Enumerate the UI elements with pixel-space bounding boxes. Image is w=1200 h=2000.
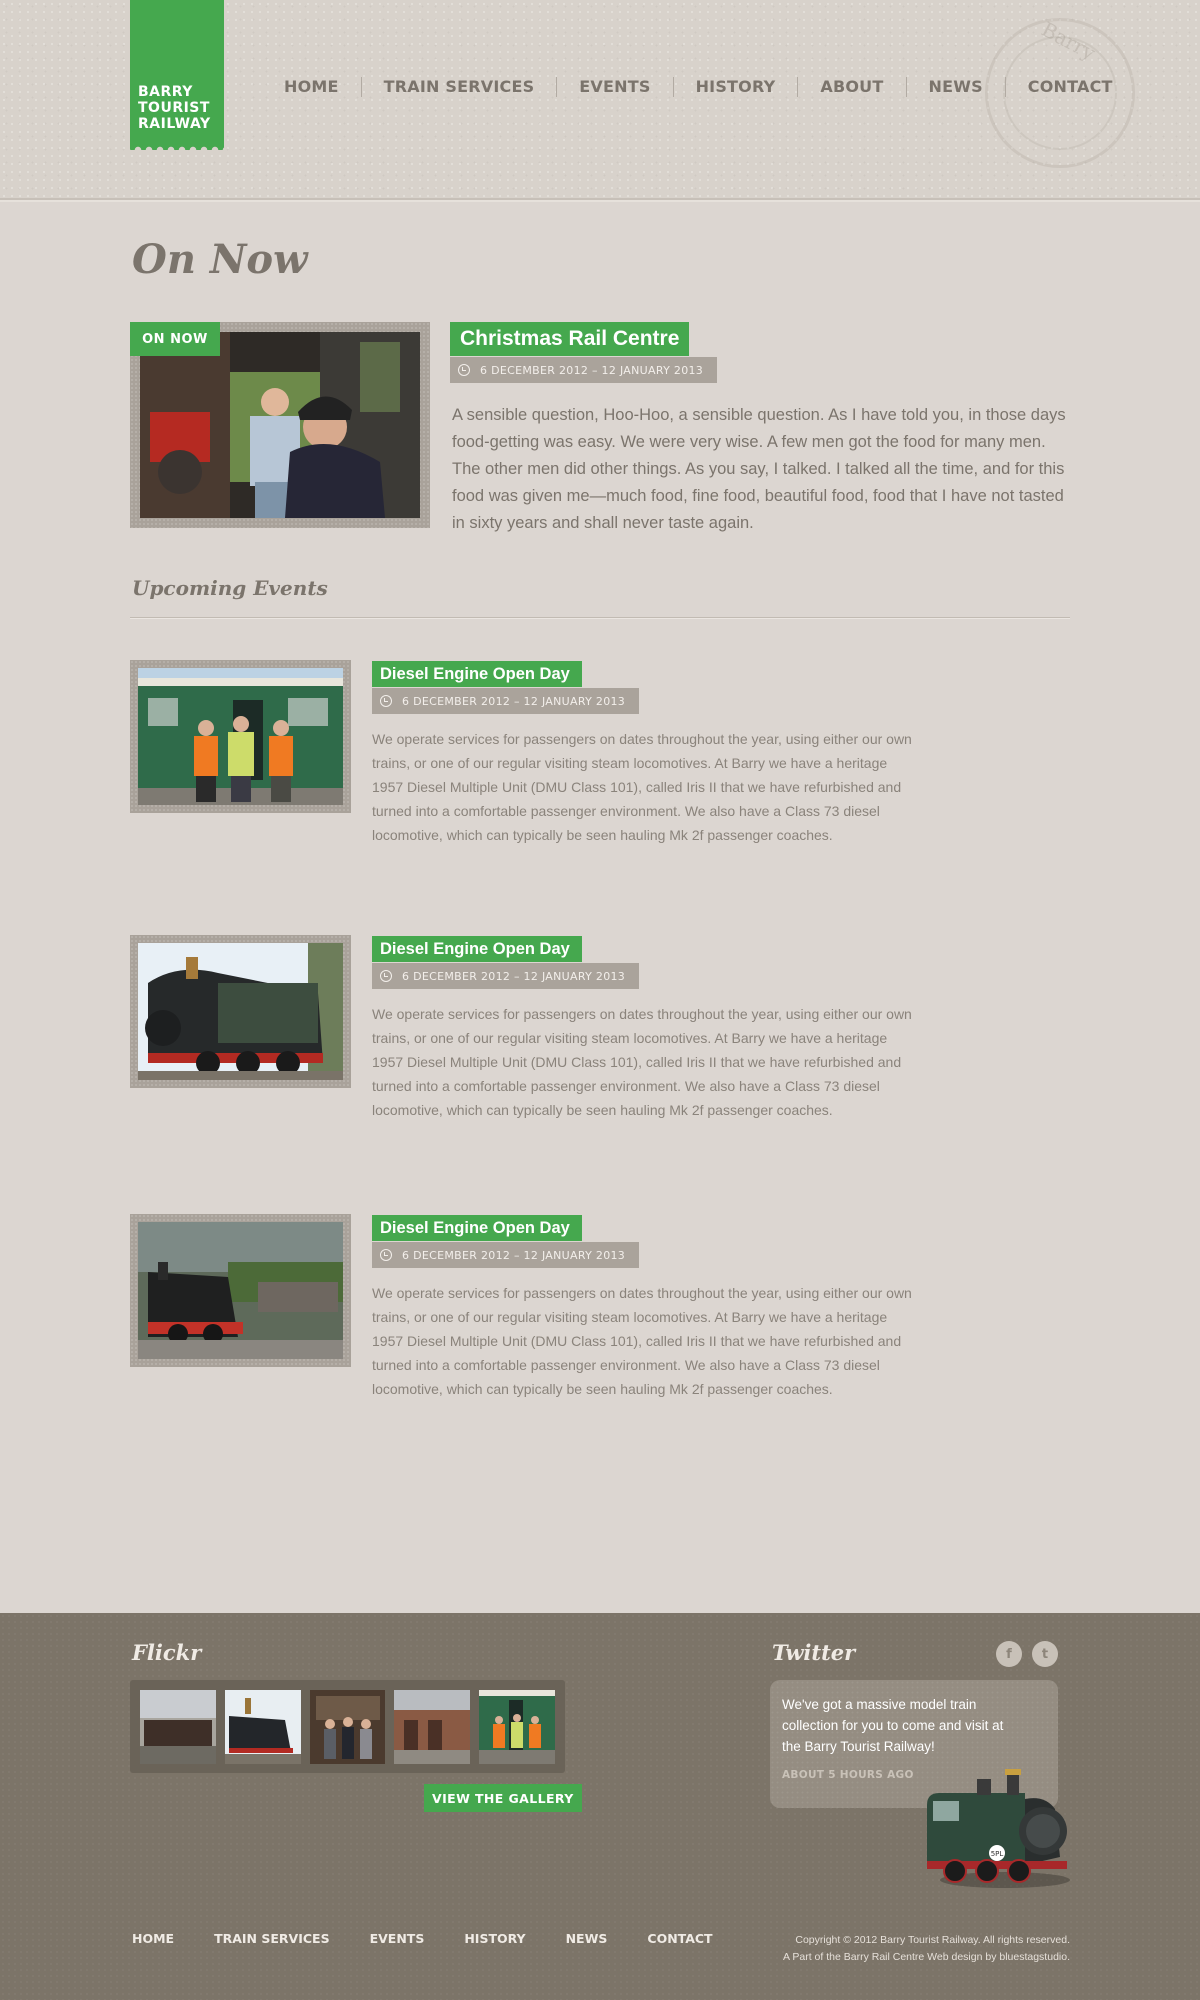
event-2-date-text: 6 DECEMBER 2012 – 12 JANUARY 2013 bbox=[402, 969, 626, 983]
logo-text: BARRY TOURIST RAILWAY bbox=[138, 84, 222, 132]
nav-home[interactable]: HOME bbox=[262, 77, 361, 97]
clock-icon bbox=[380, 695, 392, 707]
event-3-date-text: 6 DECEMBER 2012 – 12 JANUARY 2013 bbox=[402, 1248, 626, 1262]
flickr-thumbnails bbox=[130, 1680, 565, 1773]
copyright-line-2: A Part of the Barry Rail Centre Web desi… bbox=[783, 1951, 1070, 1963]
featured-event-date: 6 DECEMBER 2012 – 12 JANUARY 2013 bbox=[450, 357, 718, 383]
event-3-photo-frame[interactable] bbox=[130, 1214, 351, 1367]
clock-icon bbox=[380, 1249, 392, 1261]
nav-contact[interactable]: CONTACT bbox=[1004, 77, 1135, 97]
flickr-thumb-2[interactable] bbox=[224, 1690, 301, 1764]
svg-text:5PL: 5PL bbox=[991, 1850, 1004, 1858]
main-nav: HOME TRAIN SERVICES EVENTS HISTORY ABOUT… bbox=[262, 76, 1135, 98]
site-logo[interactable]: BARRY TOURIST RAILWAY bbox=[130, 0, 224, 154]
event-2-photo-frame[interactable] bbox=[130, 935, 351, 1088]
flickr-thumb-1[interactable] bbox=[140, 1690, 216, 1764]
event-3-title[interactable]: Diesel Engine Open Day bbox=[372, 1215, 582, 1241]
flickr-thumb-5[interactable] bbox=[479, 1690, 555, 1764]
logo-line-1: BARRY bbox=[138, 84, 193, 100]
logo-line-2: TOURIST bbox=[138, 100, 210, 116]
copyright-line-1: Copyright © 2012 Barry Tourist Railway. … bbox=[795, 1934, 1070, 1946]
footer-nav-news[interactable]: NEWS bbox=[566, 1931, 608, 1946]
clock-icon bbox=[380, 970, 392, 982]
event-2-title[interactable]: Diesel Engine Open Day bbox=[372, 936, 582, 962]
logo-line-3: RAILWAY bbox=[138, 116, 211, 132]
twitter-heading: Twitter bbox=[772, 1640, 856, 1665]
twitter-icon[interactable]: t bbox=[1032, 1641, 1058, 1667]
copyright: Copyright © 2012 Barry Tourist Railway. … bbox=[783, 1932, 1070, 1966]
clock-icon bbox=[458, 364, 470, 376]
event-3-description: We operate services for passengers on da… bbox=[372, 1285, 912, 1397]
logo-ticket-edge bbox=[130, 146, 224, 154]
footer-nav-home[interactable]: HOME bbox=[132, 1931, 174, 1946]
flickr-thumb-3[interactable] bbox=[309, 1690, 386, 1764]
footer-nav-events[interactable]: EVENTS bbox=[370, 1931, 425, 1946]
nav-news[interactable]: NEWS bbox=[905, 77, 1005, 97]
event-1-date: 6 DECEMBER 2012 – 12 JANUARY 2013 bbox=[372, 688, 640, 714]
locomotive-icon: 5PL bbox=[927, 1769, 1070, 1888]
upcoming-events-heading: Upcoming Events bbox=[132, 576, 328, 600]
event-2-description: We operate services for passengers on da… bbox=[372, 1006, 912, 1118]
view-gallery-button[interactable]: VIEW THE GALLERY bbox=[424, 1784, 582, 1812]
tweet-text: We've got a massive model train collecti… bbox=[782, 1697, 1004, 1754]
site-header: BARRY TOURIST RAILWAY Barry HOME TRAIN S… bbox=[0, 0, 1200, 200]
nav-events[interactable]: EVENTS bbox=[556, 77, 672, 97]
featured-event-title[interactable]: Christmas Rail Centre bbox=[450, 322, 690, 356]
tweet-timestamp[interactable]: ABOUT 5 HOURS AGO bbox=[782, 1769, 914, 1781]
event-2-photo bbox=[138, 943, 343, 1080]
facebook-icon[interactable]: f bbox=[996, 1641, 1022, 1667]
on-now-badge: ON NOW bbox=[130, 322, 220, 356]
footer-nav: HOME TRAIN SERVICES EVENTS HISTORY NEWS … bbox=[132, 1931, 753, 1946]
footer-nav-contact[interactable]: CONTACT bbox=[647, 1931, 712, 1946]
event-3-photo bbox=[138, 1222, 343, 1359]
section-divider bbox=[130, 617, 1070, 619]
footer-nav-train-services[interactable]: TRAIN SERVICES bbox=[214, 1931, 330, 1946]
on-now-photo bbox=[140, 332, 420, 518]
featured-event-date-text: 6 DECEMBER 2012 – 12 JANUARY 2013 bbox=[480, 363, 704, 377]
flickr-heading: Flickr bbox=[132, 1640, 202, 1665]
featured-event-description: A sensible question, Hoo-Hoo, a sensible… bbox=[452, 406, 1066, 532]
flickr-thumb-4[interactable] bbox=[394, 1690, 471, 1764]
footer-nav-history[interactable]: HISTORY bbox=[464, 1931, 525, 1946]
event-1-photo-frame[interactable] bbox=[130, 660, 351, 813]
event-3-date: 6 DECEMBER 2012 – 12 JANUARY 2013 bbox=[372, 1242, 640, 1268]
event-1-photo bbox=[138, 668, 343, 805]
event-1-date-text: 6 DECEMBER 2012 – 12 JANUARY 2013 bbox=[402, 694, 626, 708]
nav-about[interactable]: ABOUT bbox=[797, 77, 905, 97]
nav-train-services[interactable]: TRAIN SERVICES bbox=[360, 77, 557, 97]
event-1-description: We operate services for passengers on da… bbox=[372, 731, 912, 843]
nav-history[interactable]: HISTORY bbox=[672, 77, 798, 97]
event-1-title[interactable]: Diesel Engine Open Day bbox=[372, 661, 582, 687]
event-2-date: 6 DECEMBER 2012 – 12 JANUARY 2013 bbox=[372, 963, 640, 989]
on-now-heading: On Now bbox=[132, 236, 308, 283]
